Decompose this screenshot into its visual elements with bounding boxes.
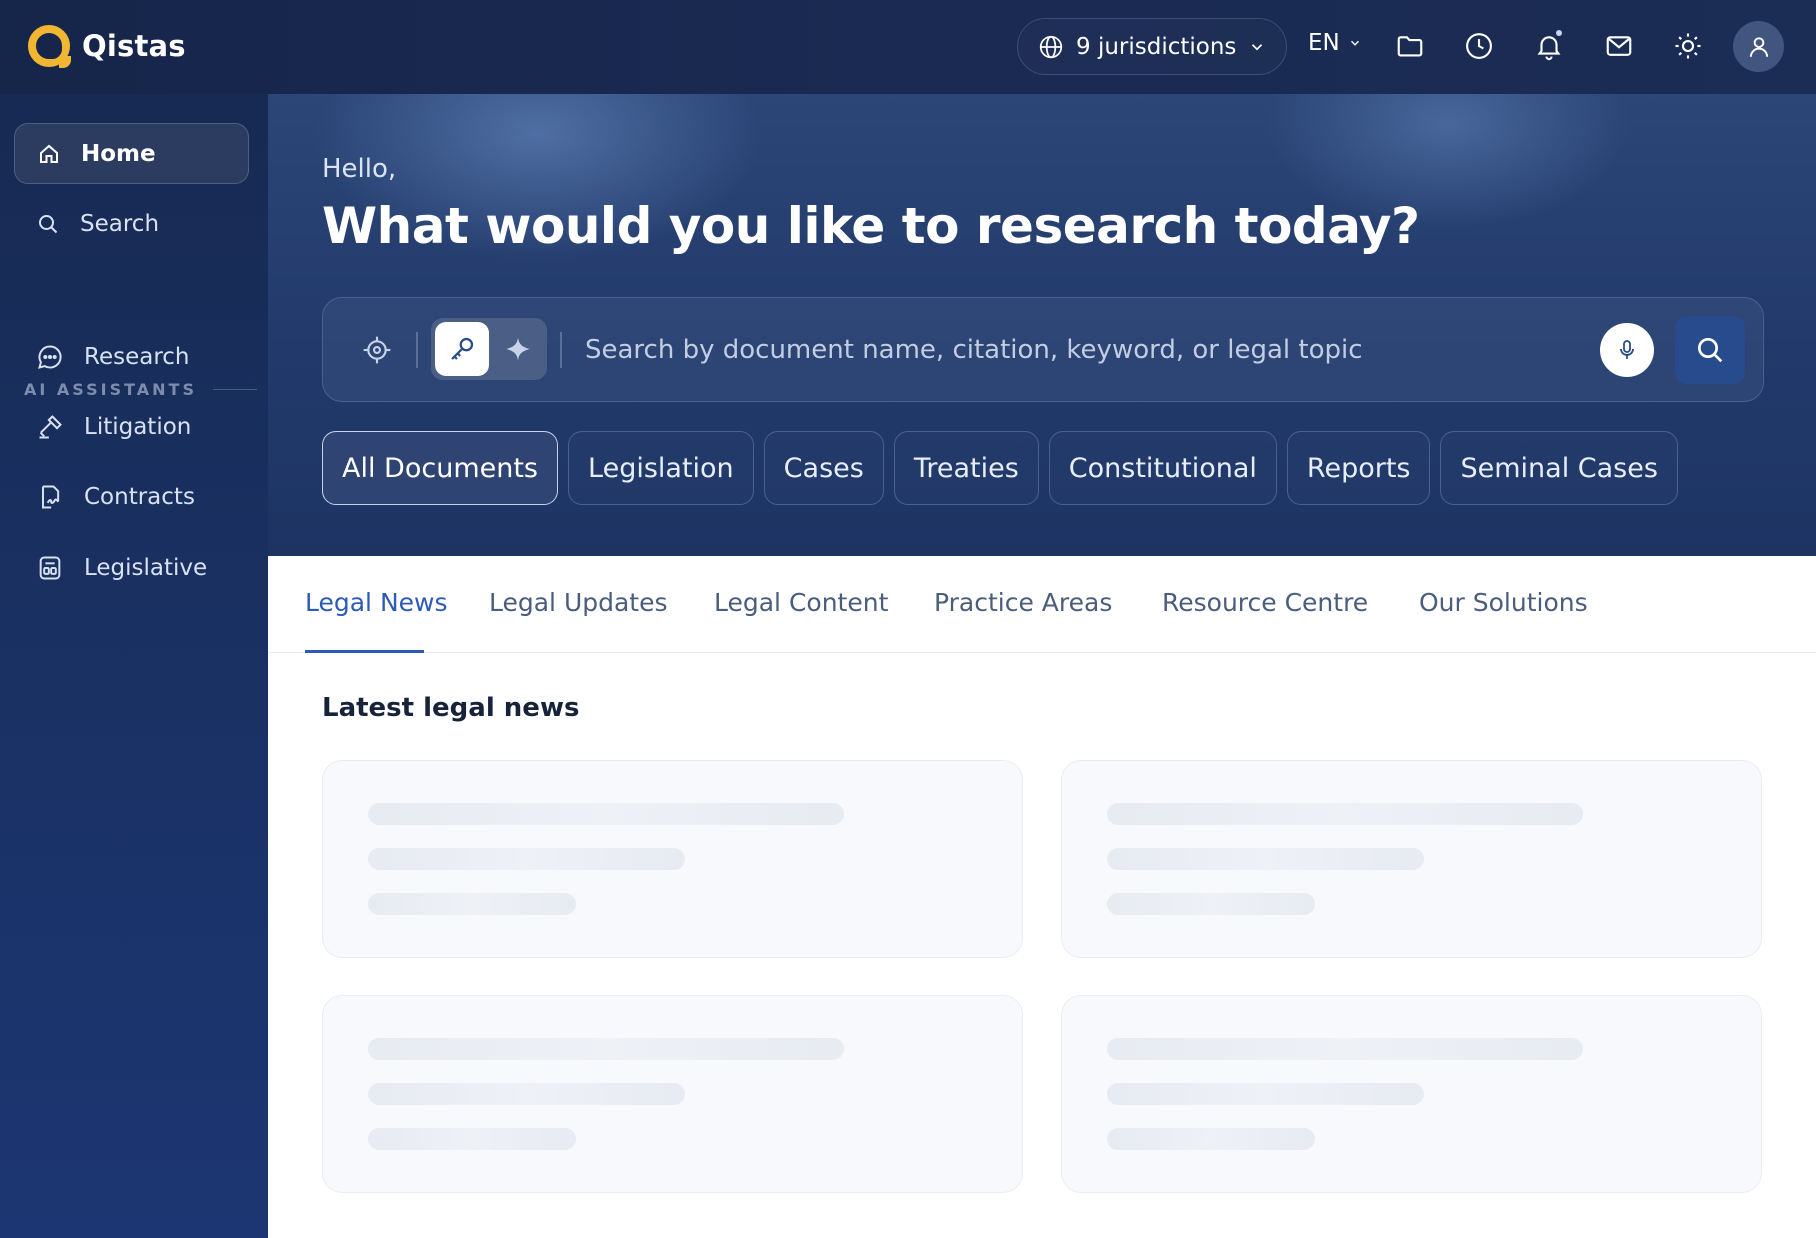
chevron-down-icon bbox=[1252, 43, 1263, 50]
target-icon bbox=[363, 336, 391, 364]
search-mode-toggle bbox=[431, 318, 547, 380]
sidebar-item-label: Research bbox=[84, 343, 190, 370]
skeleton-line bbox=[1107, 1128, 1315, 1150]
app-name: Qistas bbox=[82, 29, 186, 63]
history-button[interactable] bbox=[1459, 26, 1499, 66]
language-label: EN bbox=[1308, 30, 1340, 56]
clock-icon bbox=[1466, 33, 1492, 59]
tab-practice-areas[interactable]: Practice Areas bbox=[934, 588, 1112, 617]
skeleton-line bbox=[1107, 1038, 1583, 1060]
user-icon bbox=[1749, 36, 1768, 57]
top-bar: Qistas 9 jurisdictions EN bbox=[0, 0, 1816, 94]
tab-resource-centre[interactable]: Resource Centre bbox=[1162, 588, 1368, 617]
search-input[interactable] bbox=[585, 326, 1585, 374]
globe-icon bbox=[1039, 35, 1063, 58]
news-card-skeleton bbox=[1061, 760, 1762, 958]
main-content: Legal News Legal Updates Legal Content P… bbox=[268, 556, 1816, 1238]
sidebar-item-home[interactable]: Home bbox=[14, 123, 249, 184]
theme-toggle-button[interactable] bbox=[1668, 26, 1708, 66]
tab-legal-updates[interactable]: Legal Updates bbox=[489, 588, 668, 617]
contract-icon bbox=[42, 485, 60, 508]
filter-legislation[interactable]: Legislation bbox=[568, 431, 754, 505]
filter-reports[interactable]: Reports bbox=[1286, 431, 1431, 505]
divider bbox=[560, 332, 562, 368]
jurisdictions-dropdown[interactable]: 9 jurisdictions bbox=[1017, 18, 1287, 75]
microphone-icon bbox=[1620, 340, 1634, 359]
sun-icon bbox=[1675, 33, 1701, 59]
jurisdictions-label: 9 jurisdictions bbox=[1076, 33, 1237, 60]
filter-treaties[interactable]: Treaties bbox=[893, 431, 1039, 505]
home-icon bbox=[40, 144, 58, 163]
chevron-down-icon bbox=[1350, 40, 1359, 46]
scope-button[interactable] bbox=[361, 334, 393, 366]
filter-seminal-cases[interactable]: Seminal Cases bbox=[1440, 431, 1678, 505]
sidebar-item-label: Litigation bbox=[84, 413, 192, 440]
section-divider bbox=[212, 388, 257, 391]
notifications-button[interactable] bbox=[1529, 26, 1569, 66]
sidebar-item-label: Contracts bbox=[84, 483, 195, 510]
skeleton-line bbox=[368, 1128, 576, 1150]
news-card-skeleton bbox=[322, 995, 1023, 1193]
filter-all-documents[interactable]: All Documents bbox=[322, 431, 559, 505]
mail-icon bbox=[1606, 36, 1632, 56]
active-tab-indicator bbox=[305, 650, 424, 653]
skeleton-line bbox=[1107, 803, 1583, 825]
skeleton-line bbox=[1107, 1083, 1424, 1105]
messages-button[interactable] bbox=[1599, 26, 1639, 66]
qistas-logo-icon bbox=[28, 25, 71, 68]
skeleton-line bbox=[1107, 893, 1315, 915]
tab-our-solutions[interactable]: Our Solutions bbox=[1419, 588, 1588, 617]
skeleton-line bbox=[368, 803, 844, 825]
sidebar-item-legislative[interactable]: Legislative bbox=[14, 537, 249, 598]
sidebar-item-label: Search bbox=[80, 210, 160, 237]
sidebar-item-label: Legislative bbox=[84, 554, 208, 581]
sidebar-item-litigation[interactable]: Litigation bbox=[14, 396, 249, 457]
hero-banner: Hello, What would you like to research t… bbox=[268, 94, 1816, 556]
gavel-icon bbox=[39, 414, 62, 438]
brand[interactable]: Qistas bbox=[28, 25, 186, 68]
chat-icon bbox=[38, 345, 62, 369]
search-icon bbox=[39, 214, 58, 233]
tab-legal-content[interactable]: Legal Content bbox=[714, 588, 888, 617]
sidebar-item-search[interactable]: Search bbox=[14, 193, 249, 254]
skeleton-line bbox=[368, 1083, 685, 1105]
divider bbox=[416, 332, 418, 368]
sidebar-item-contracts[interactable]: Contracts bbox=[14, 466, 249, 527]
skeleton-line bbox=[368, 1038, 844, 1060]
legislative-icon bbox=[39, 556, 61, 579]
document-type-filters: All Documents Legislation Cases Treaties… bbox=[322, 431, 1678, 505]
greeting: Hello, bbox=[322, 154, 397, 184]
filter-constitutional[interactable]: Constitutional bbox=[1048, 431, 1277, 505]
search-bar bbox=[322, 297, 1764, 402]
content-tabs: Legal News Legal Updates Legal Content P… bbox=[268, 556, 1816, 653]
news-card-skeleton bbox=[322, 760, 1023, 958]
folder-icon bbox=[1397, 36, 1423, 57]
keyword-mode-button[interactable] bbox=[435, 322, 489, 376]
search-submit-button[interactable] bbox=[1675, 316, 1745, 384]
user-avatar-button[interactable] bbox=[1733, 21, 1784, 72]
language-selector[interactable]: EN bbox=[1308, 30, 1362, 56]
sparkle-icon bbox=[506, 337, 530, 361]
key-icon bbox=[451, 337, 474, 360]
ai-mode-button[interactable] bbox=[493, 322, 543, 376]
tab-legal-news[interactable]: Legal News bbox=[305, 588, 448, 617]
notification-dot bbox=[1556, 30, 1562, 36]
sidebar: Home Search AI ASSISTANTS Research Litig… bbox=[0, 94, 268, 1238]
news-card-skeleton bbox=[1061, 995, 1762, 1193]
filter-cases[interactable]: Cases bbox=[763, 431, 884, 505]
voice-search-button[interactable] bbox=[1600, 323, 1654, 377]
page-title: What would you like to research today? bbox=[322, 197, 1420, 255]
skeleton-line bbox=[368, 893, 576, 915]
search-icon bbox=[1698, 338, 1723, 363]
folder-button[interactable] bbox=[1390, 26, 1430, 66]
skeleton-line bbox=[368, 848, 685, 870]
skeleton-line bbox=[1107, 848, 1424, 870]
sidebar-item-label: Home bbox=[81, 140, 156, 167]
section-title: Latest legal news bbox=[322, 693, 580, 723]
sidebar-item-research[interactable]: Research bbox=[14, 326, 249, 387]
